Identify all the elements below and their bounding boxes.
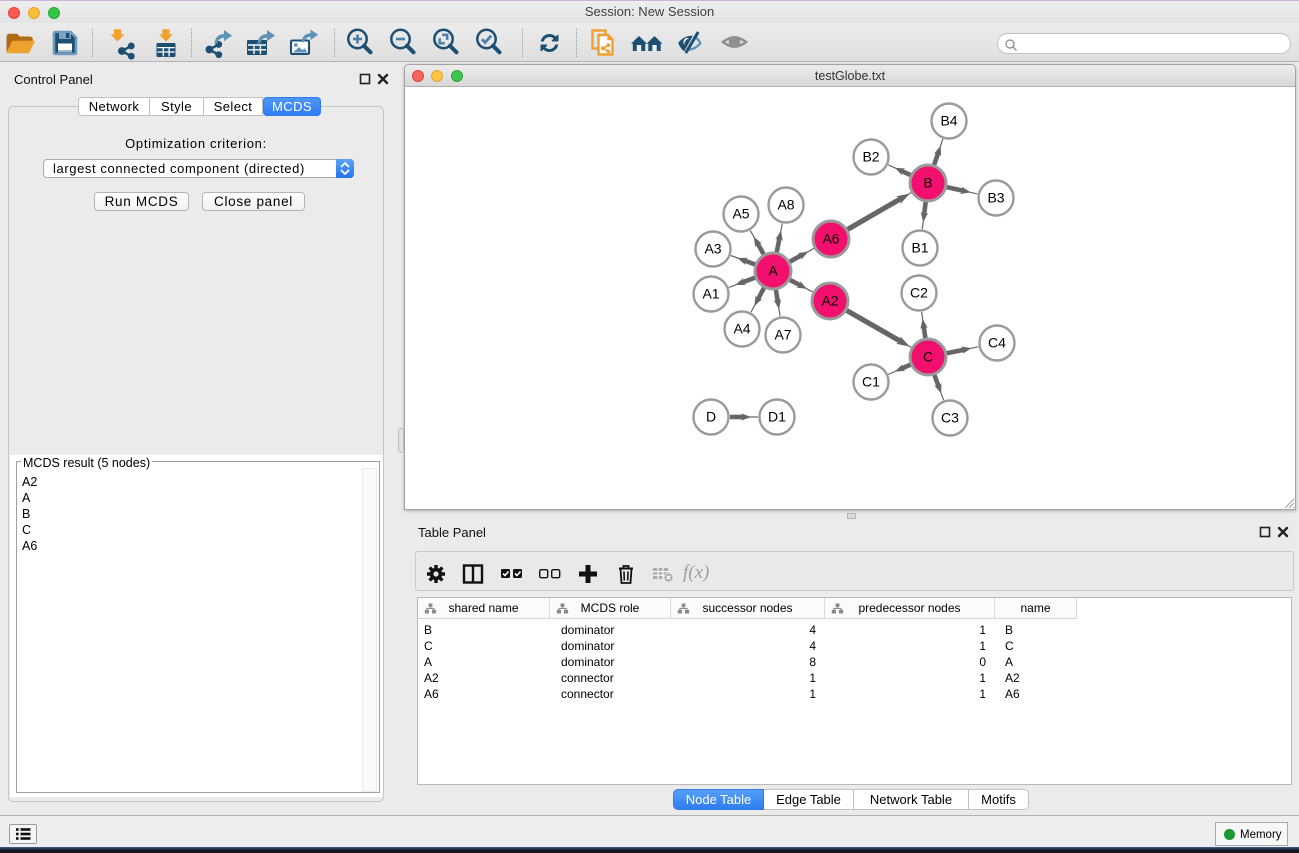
svg-text:D1: D1 xyxy=(768,409,786,425)
svg-text:A1: A1 xyxy=(702,286,719,302)
svg-text:A: A xyxy=(768,263,778,279)
svg-text:A6: A6 xyxy=(822,231,839,247)
svg-text:C4: C4 xyxy=(988,335,1006,351)
svg-text:A5: A5 xyxy=(732,206,749,222)
svg-text:B2: B2 xyxy=(862,149,879,165)
svg-text:A3: A3 xyxy=(704,241,721,257)
svg-text:A8: A8 xyxy=(777,197,794,213)
svg-text:C1: C1 xyxy=(862,374,880,390)
svg-text:C3: C3 xyxy=(941,410,959,426)
svg-text:D: D xyxy=(706,409,716,425)
svg-text:B: B xyxy=(923,175,932,191)
svg-text:A4: A4 xyxy=(733,321,750,337)
svg-text:C: C xyxy=(923,349,933,365)
svg-text:A7: A7 xyxy=(774,327,791,343)
svg-text:B3: B3 xyxy=(987,190,1004,206)
svg-text:A2: A2 xyxy=(821,293,838,309)
svg-text:B1: B1 xyxy=(911,240,928,256)
svg-text:B4: B4 xyxy=(940,113,957,129)
svg-text:C2: C2 xyxy=(910,285,928,301)
